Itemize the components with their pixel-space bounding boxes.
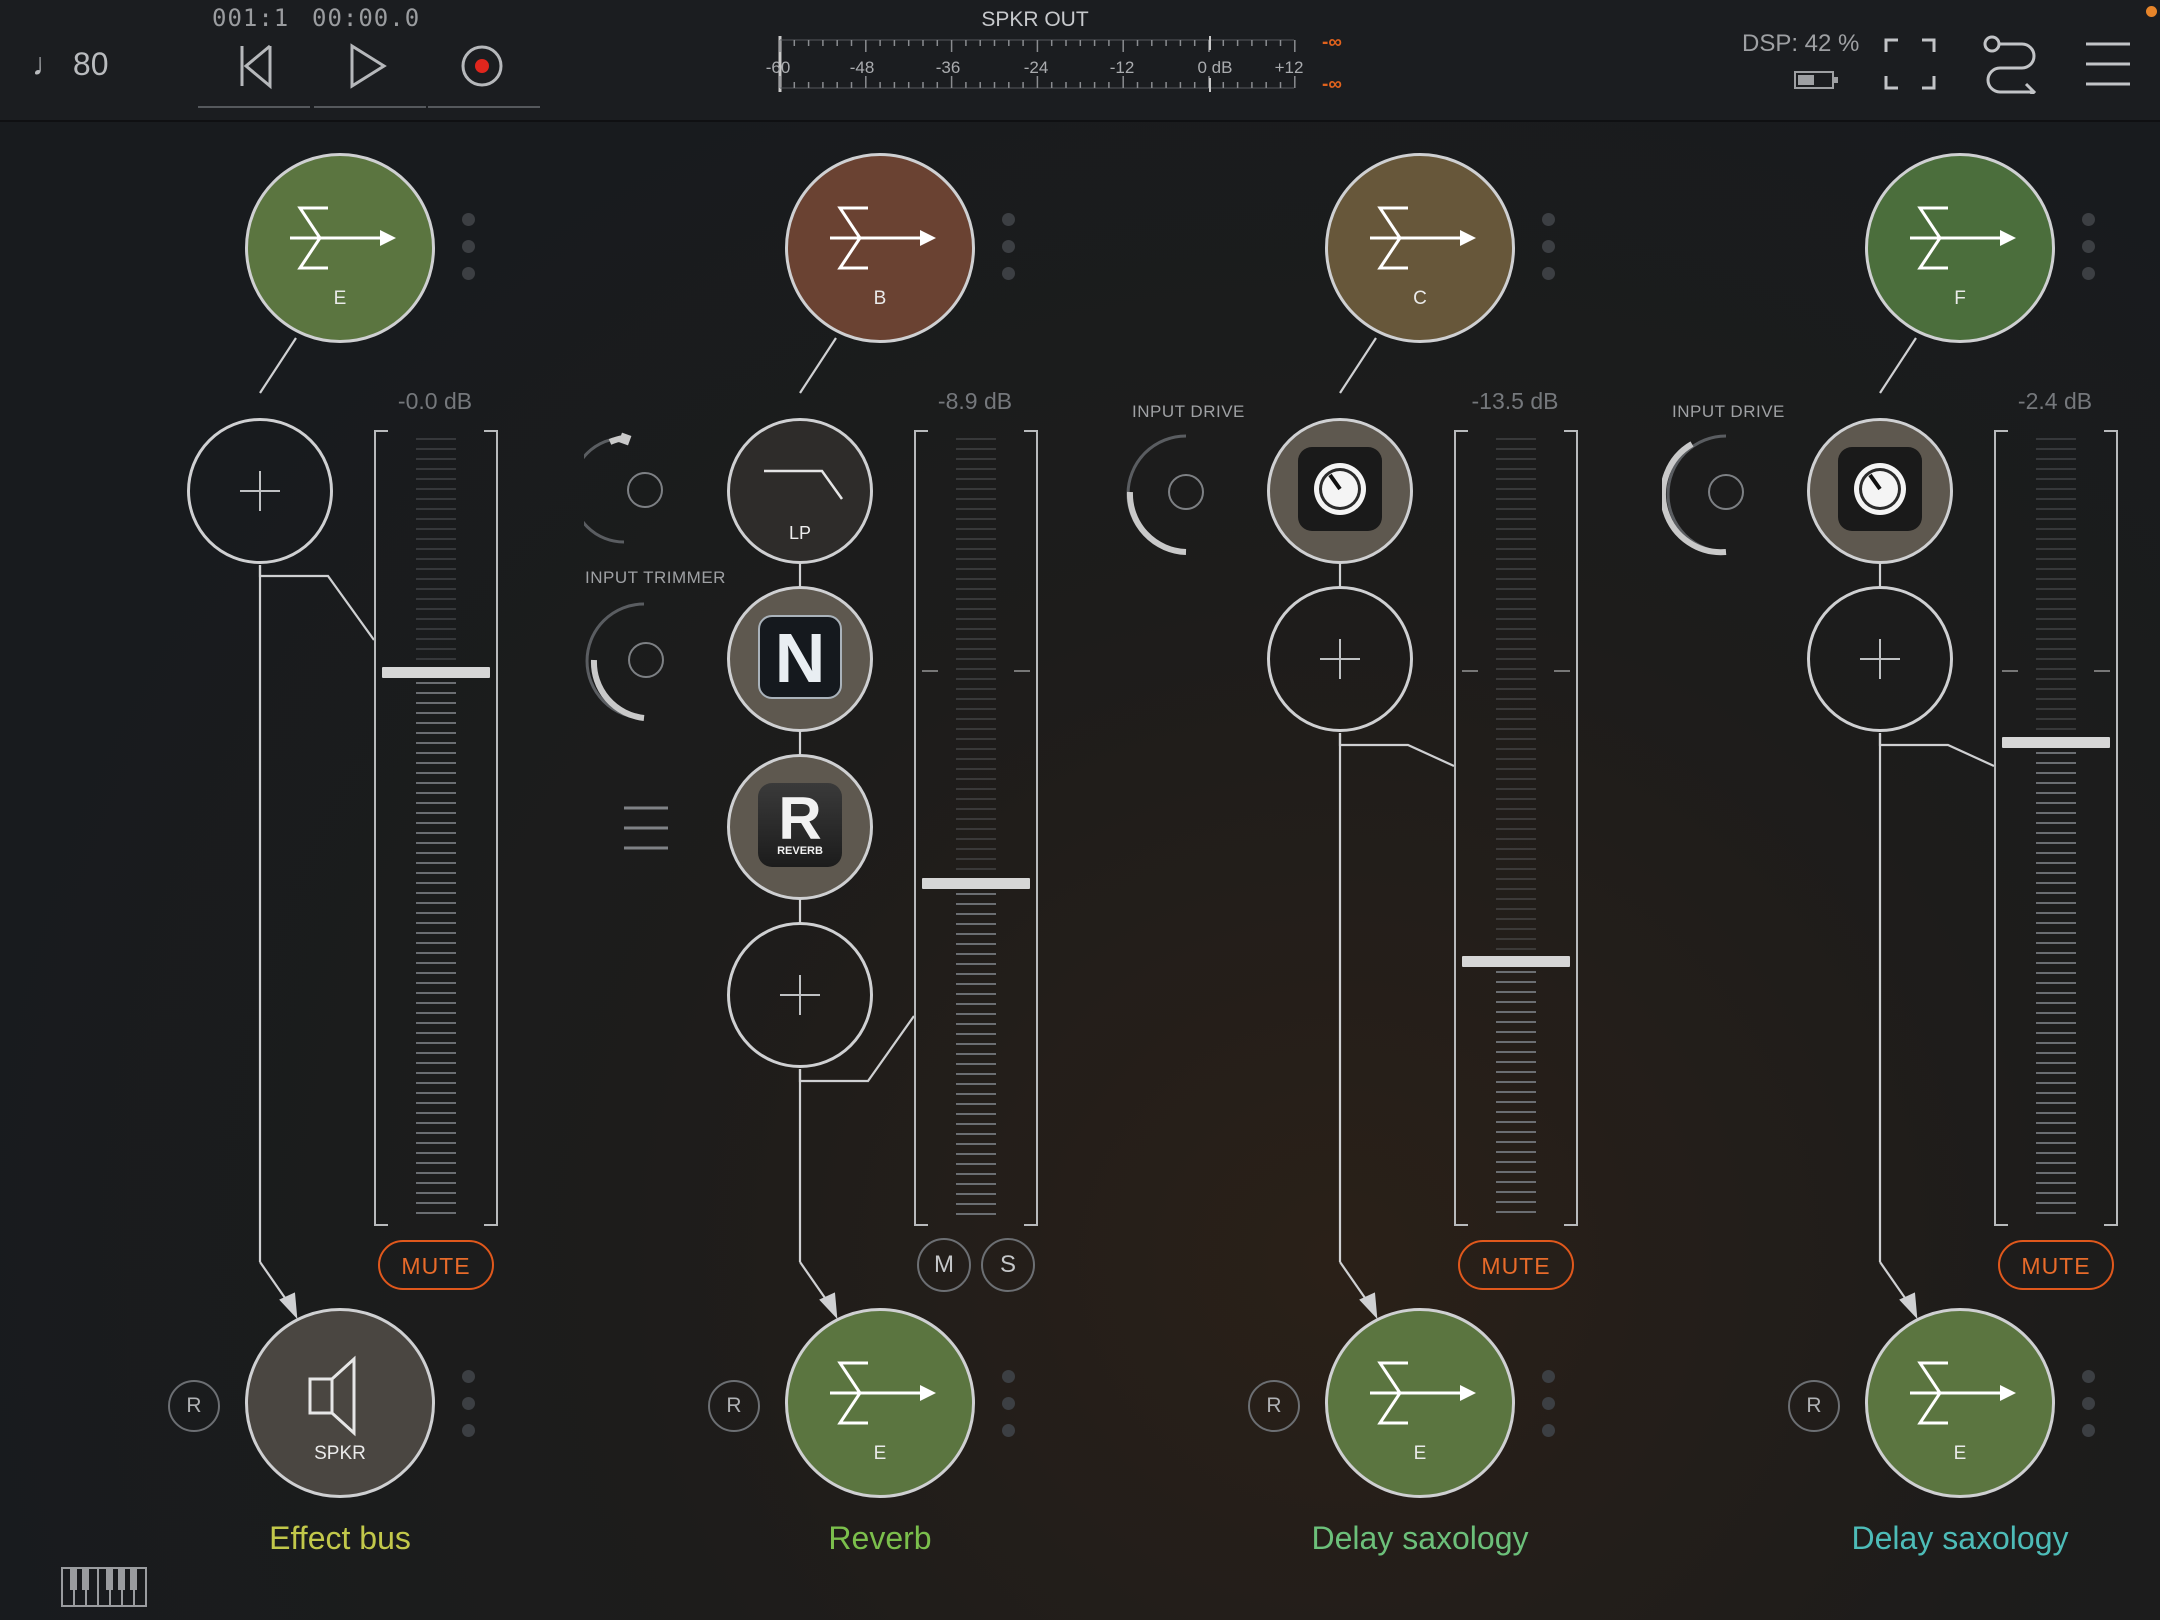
sum-send-icon — [830, 206, 936, 270]
source-label: F — [1954, 288, 1966, 309]
channel-3-record-arm-button[interactable]: R — [1248, 1380, 1300, 1432]
channel-2-reverb-plugin[interactable]: R REVERB — [727, 754, 873, 900]
channel-3-knob-label: INPUT DRIVE — [1132, 402, 1245, 421]
sum-send-icon — [1910, 1361, 2016, 1425]
channel-1-name[interactable]: Effect bus — [180, 1520, 500, 1557]
channel-3-drive-plugin[interactable] — [1267, 418, 1413, 564]
sum-send-icon — [1370, 1361, 1476, 1425]
sum-send-icon — [830, 1361, 936, 1425]
channel-2-db-readout: -8.9 dB — [937, 388, 1013, 414]
reverb-plugin-icon: R REVERB — [758, 783, 842, 867]
channel-4-output-dots[interactable] — [2082, 1370, 2096, 1451]
channel-4-volume-fader[interactable] — [1994, 430, 2118, 1226]
channel-3-db-readout: -13.5 dB — [1471, 388, 1559, 414]
channel-2-name[interactable]: Reverb — [720, 1520, 1040, 1557]
channel-4-record-arm-button[interactable]: R — [1788, 1380, 1840, 1432]
channel-1-output-dots[interactable] — [462, 1370, 476, 1451]
fader-handle[interactable] — [1462, 956, 1570, 967]
channel-3-output-dots[interactable] — [1542, 1370, 1556, 1451]
sum-send-icon — [1370, 206, 1476, 270]
plus-icon — [1320, 639, 1360, 679]
channel-3-source-dots[interactable] — [1542, 213, 1556, 294]
plus-icon — [1860, 639, 1900, 679]
channel-2-output-node[interactable]: E — [785, 1308, 975, 1498]
plus-icon — [780, 975, 820, 1015]
channel-2-volume-fader[interactable] — [914, 430, 1038, 1226]
channel-2-knob-label: INPUT TRIMMER — [585, 568, 726, 587]
channel-2-output-dots[interactable] — [1002, 1370, 1016, 1451]
channel-2-source-dots[interactable] — [1002, 213, 1016, 294]
channel-4-name[interactable]: Delay saxology — [1800, 1520, 2120, 1557]
channel-3-volume-fader[interactable] — [1454, 430, 1578, 1226]
channel-1-volume-fader[interactable] — [374, 430, 498, 1226]
n-plugin-icon: N — [758, 615, 842, 699]
channel-4-db-readout: -2.4 dB — [2017, 388, 2093, 414]
output-label: SPKR — [314, 1443, 366, 1464]
channel-4-input-drive-knob[interactable] — [1662, 432, 1752, 557]
channel-2-mute-button[interactable]: M — [917, 1238, 971, 1292]
channel-4-source-node[interactable]: F — [1865, 153, 2055, 343]
plugin-label: LP — [788, 523, 812, 543]
channel-4-drive-plugin[interactable] — [1807, 418, 1953, 564]
channel-1-db-readout: -0.0 dB — [397, 388, 473, 414]
channel-1-add-plugin-button[interactable] — [187, 418, 333, 564]
channel-2-source-node[interactable]: B — [785, 153, 975, 343]
channel-4-mute-button[interactable]: MUTE — [1998, 1240, 2114, 1290]
channel-2-record-arm-button[interactable]: R — [708, 1380, 760, 1432]
channel-3-add-plugin-button[interactable] — [1267, 586, 1413, 732]
channel-2-solo-button[interactable]: S — [981, 1238, 1035, 1292]
keyboard-icon[interactable] — [60, 1566, 148, 1608]
channel-3-source-node[interactable]: C — [1325, 153, 1515, 343]
sum-send-icon — [1910, 206, 2016, 270]
speaker-icon — [308, 1355, 356, 1437]
channel-1-source-dots[interactable] — [462, 213, 476, 294]
fader-handle[interactable] — [922, 878, 1030, 889]
channel-3-output-node[interactable]: E — [1325, 1308, 1515, 1498]
fader-handle[interactable] — [382, 667, 490, 678]
channel-4-source-dots[interactable] — [2082, 213, 2096, 294]
channel-2-plugin-knob[interactable] — [584, 430, 674, 550]
drag-handle-icon[interactable] — [622, 804, 670, 852]
plus-icon — [240, 471, 280, 511]
drive-knob-icon — [1838, 447, 1922, 531]
channel-2-n-plugin[interactable]: N — [727, 586, 873, 732]
channel-1-mute-button[interactable]: MUTE — [378, 1240, 494, 1290]
channel-1-source-node[interactable]: E — [245, 153, 435, 343]
channel-1-output-node[interactable]: SPKR — [245, 1308, 435, 1498]
channel-3-input-drive-knob[interactable] — [1122, 432, 1212, 557]
channel-4-output-node[interactable]: E — [1865, 1308, 2055, 1498]
channel-3-name[interactable]: Delay saxology — [1260, 1520, 1580, 1557]
output-label: E — [873, 1443, 887, 1464]
sum-send-icon — [290, 206, 396, 270]
fader-handle[interactable] — [2002, 737, 2110, 748]
channel-2-input-trimmer-knob[interactable] — [584, 600, 674, 725]
channel-4-knob-label: INPUT DRIVE — [1672, 402, 1785, 421]
channel-1-record-arm-button[interactable]: R — [168, 1380, 220, 1432]
source-label: C — [1413, 288, 1427, 309]
channel-3-mute-button[interactable]: MUTE — [1458, 1240, 1574, 1290]
output-label: E — [1413, 1443, 1427, 1464]
drive-knob-icon — [1298, 447, 1382, 531]
channel-4-add-plugin-button[interactable] — [1807, 586, 1953, 732]
channel-2-lowpass-plugin[interactable]: LP — [727, 418, 873, 564]
channel-2-add-plugin-button[interactable] — [727, 922, 873, 1068]
output-label: E — [1953, 1443, 1967, 1464]
source-label: E — [333, 288, 347, 309]
source-label: B — [873, 288, 887, 309]
